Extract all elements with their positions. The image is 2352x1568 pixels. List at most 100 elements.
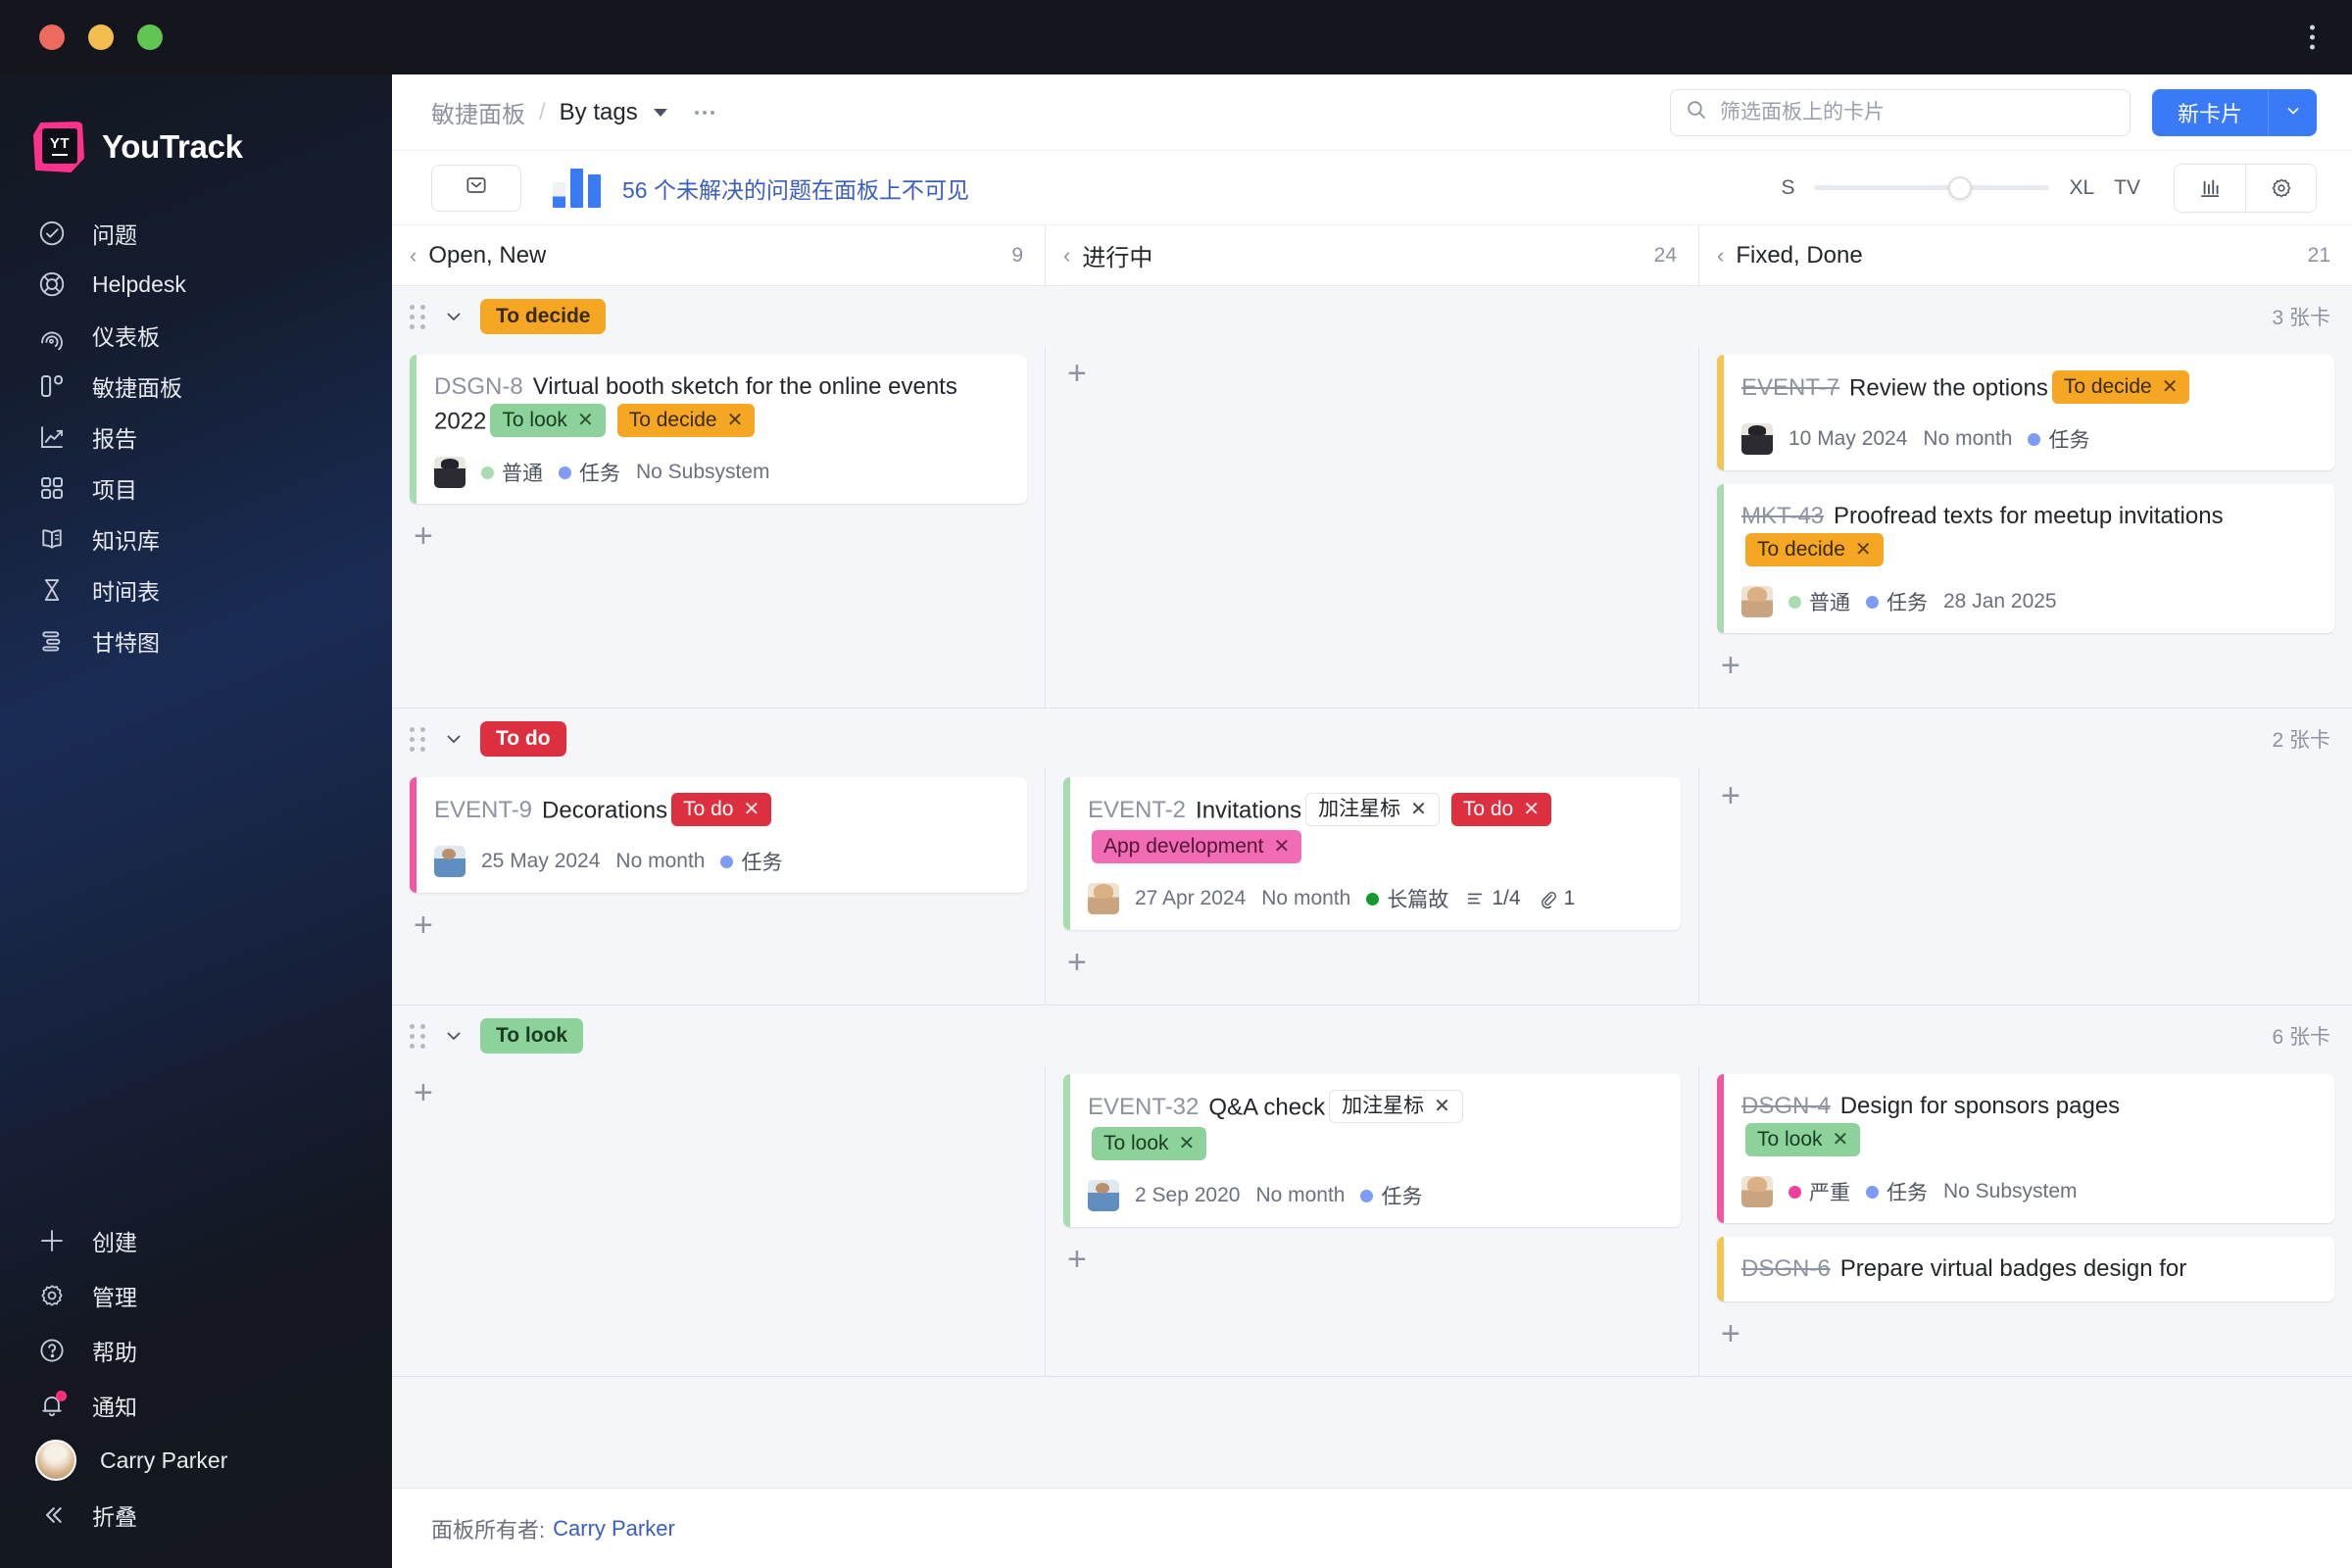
breadcrumb-current[interactable]: By tags [560,99,638,126]
sidebar-item-projects[interactable]: 项目 [0,463,392,514]
sidebar-item-helpdesk[interactable]: Helpdesk [0,259,392,310]
add-card-button[interactable]: + [1063,944,1097,991]
chevron-down-icon[interactable] [653,108,667,117]
board-card[interactable]: MKT-43 Proofread texts for meetup invitat… [1717,484,2334,634]
card-tag[interactable]: App development ✕ [1092,830,1302,864]
sidebar-item-user-profile[interactable]: Carry Parker [0,1433,392,1488]
search-box[interactable] [1669,88,2131,136]
add-card-button[interactable]: + [1063,355,1097,402]
card-tag[interactable]: To decide ✕ [616,404,756,438]
drag-handle-icon[interactable] [410,304,425,329]
sidebar-item-issues[interactable]: 问题 [0,208,392,259]
card-tag[interactable]: To do ✕ [1450,793,1551,827]
collapse-swimlane-icon[interactable] [441,726,466,752]
sidebar-collapse-button[interactable]: 折叠 [0,1488,392,1543]
new-card-dropdown-button[interactable] [2268,88,2317,136]
card-id[interactable]: EVENT-9 [434,797,532,823]
chart-bars-icon[interactable] [2175,164,2245,212]
swimlane-tag[interactable]: To do [480,721,566,758]
maximize-window-button[interactable] [137,24,163,50]
add-card-button[interactable]: + [1717,777,1750,824]
swimlane-tag[interactable]: To decide [480,299,607,334]
sidebar-item-create[interactable]: 创建 [0,1213,392,1268]
board-card[interactable]: DSGN-6 Prepare virtual badges design for [1717,1237,2334,1302]
card-tag[interactable]: To look ✕ [490,404,606,438]
sidebar-item-dashboard[interactable]: 仪表板 [0,310,392,361]
card-id[interactable]: DSGN-4 [1741,1093,1831,1119]
card-tag[interactable]: To look ✕ [1092,1127,1207,1161]
board-card[interactable]: EVENT-2 Invitations 加注星标 ✕ To do ✕ App develop… [1063,777,1681,931]
breadcrumb-root[interactable]: 敏捷面板 [431,95,525,129]
sidebar-item-timesheets[interactable]: 时间表 [0,564,392,615]
card-id[interactable]: EVENT-7 [1741,374,1839,401]
remove-tag-icon[interactable]: ✕ [1833,1126,1849,1153]
card-id[interactable]: EVENT-2 [1088,797,1186,823]
remove-tag-icon[interactable]: ✕ [577,407,594,434]
card-size-slider[interactable] [1814,175,2050,200]
add-card-button[interactable]: + [1717,1315,1750,1362]
slider-knob[interactable] [1948,175,1973,200]
hidden-issues-link[interactable]: 56 个未解决的问题在面板上不可见 [622,172,969,205]
board-card[interactable]: DSGN-8 Virtual booth sketch for the onlin… [410,355,1027,505]
add-card-button[interactable]: + [410,1074,443,1121]
remove-tag-icon[interactable]: ✕ [1410,796,1427,823]
bar-chart-icon[interactable] [553,168,601,208]
board-owner-link[interactable]: Carry Parker [553,1516,675,1542]
remove-tag-icon[interactable]: ✕ [2162,373,2179,401]
card-id[interactable]: MKT-43 [1741,503,1824,529]
tv-mode-button[interactable]: TV [2114,176,2140,200]
close-window-button[interactable] [39,24,65,50]
remove-tag-icon[interactable]: ✕ [1434,1093,1450,1120]
kebab-vertical-icon[interactable] [2310,24,2315,50]
sidebar-item-administration[interactable]: 管理 [0,1268,392,1323]
sidebar-item-agile-boards[interactable]: 敏捷面板 [0,361,392,412]
inbox-button[interactable] [431,164,521,212]
swimlane-cell: + [1046,347,1699,709]
card-tag[interactable]: To decide ✕ [2051,370,2190,404]
sidebar-item-notifications[interactable]: 通知 [0,1378,392,1433]
remove-tag-icon[interactable]: ✕ [1855,536,1872,564]
board-card[interactable]: EVENT-9 Decorations To do ✕ 25 May 2024 No m… [410,777,1027,894]
collapse-column-icon[interactable]: ‹ [1063,243,1070,269]
card-tag[interactable]: 加注星标 ✕ [1329,1090,1463,1124]
remove-tag-icon[interactable]: ✕ [1179,1130,1196,1157]
card-tag[interactable]: 加注星标 ✕ [1305,793,1440,827]
collapse-swimlane-icon[interactable] [441,1023,466,1049]
sidebar-item-gantt-charts[interactable]: 甘特图 [0,615,392,666]
sidebar-item-reports[interactable]: 报告 [0,412,392,463]
board-card[interactable]: DSGN-4 Design for sponsors pages To look ✕ … [1717,1074,2334,1224]
remove-tag-icon[interactable]: ✕ [1523,796,1540,823]
collapse-column-icon[interactable]: ‹ [410,243,416,269]
swimlane-tag[interactable]: To look [480,1018,584,1054]
card-id[interactable]: DSGN-6 [1741,1255,1831,1282]
search-input[interactable] [1719,100,2116,124]
board-card[interactable]: EVENT-32 Q&A check 加注星标 ✕ To look ✕ 2 Sep 202… [1063,1074,1681,1228]
remove-tag-icon[interactable]: ✕ [1273,833,1290,860]
collapse-swimlane-icon[interactable] [441,304,466,329]
collapse-column-icon[interactable]: ‹ [1717,243,1724,269]
board-settings-button[interactable] [2245,164,2316,212]
sidebar-item-knowledge-base[interactable]: 知识库 [0,514,392,564]
grid-icon [35,471,69,505]
add-card-button[interactable]: + [1063,1241,1097,1288]
drag-handle-icon[interactable] [410,1023,425,1049]
sidebar-item-help[interactable]: 帮助 [0,1323,392,1378]
minimize-window-button[interactable] [88,24,114,50]
remove-tag-icon[interactable]: ✕ [727,407,744,434]
drag-handle-icon[interactable] [410,726,425,752]
card-tag[interactable]: To look ✕ [1745,1123,1861,1157]
card-tag[interactable]: To decide ✕ [1745,533,1884,567]
add-card-button[interactable]: + [1717,647,1750,694]
remove-tag-icon[interactable]: ✕ [743,796,760,823]
sidebar-item-label: 知识库 [92,528,160,554]
agile-board-icon [35,369,69,403]
board-card[interactable]: EVENT-7 Review the options To decide ✕ 10 M… [1717,355,2334,470]
new-card-button[interactable]: 新卡片 [2151,88,2268,136]
card-tag[interactable]: To do ✕ [671,793,772,827]
card-id[interactable]: EVENT-32 [1088,1094,1199,1120]
card-id[interactable]: DSGN-8 [434,373,523,400]
swimlane-card-count: 3 张卡 [2272,307,2330,329]
add-card-button[interactable]: + [410,906,443,954]
ellipsis-icon[interactable] [694,110,714,115]
add-card-button[interactable]: + [410,517,443,564]
